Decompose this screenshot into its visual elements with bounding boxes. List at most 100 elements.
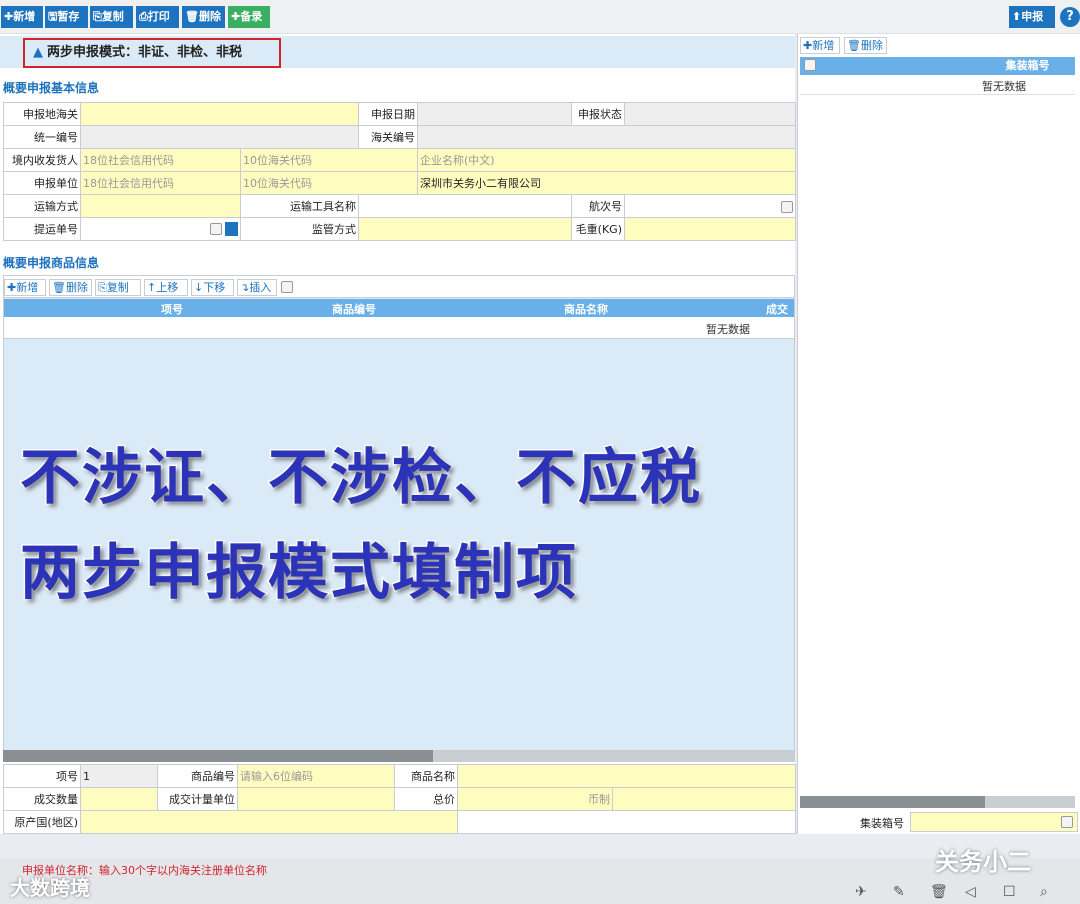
- delete-label: 删除: [198, 10, 221, 23]
- goods-name-input[interactable]: [457, 764, 796, 788]
- basic-info-title: 概要申报基本信息: [3, 81, 100, 95]
- trash-icon[interactable]: 🗑: [930, 884, 948, 900]
- print-button[interactable]: ⎙打印: [136, 6, 179, 28]
- declare-status-label: 申报状态: [571, 102, 625, 126]
- item-no-field: 1: [80, 764, 158, 788]
- goods-info-title: 概要申报商品信息: [3, 256, 100, 270]
- help-icon[interactable]: ?: [1060, 7, 1080, 27]
- rocket-icon[interactable]: ✈: [855, 884, 867, 900]
- container-delete-label: 删除: [860, 39, 883, 52]
- container-add-label: 新增: [812, 39, 835, 52]
- container-delete-button[interactable]: 🗑删除: [844, 37, 887, 54]
- print-label: 打印: [147, 10, 170, 23]
- qty-label: 成交数量: [3, 787, 81, 811]
- col-goods-name[interactable]: 商品名称: [564, 301, 608, 317]
- total-input[interactable]: 币制: [457, 787, 613, 811]
- goods-move-up-button[interactable]: ↑上移: [144, 279, 188, 296]
- container-no-checkbox[interactable]: [1061, 816, 1073, 828]
- gross-weight-input[interactable]: [624, 217, 796, 241]
- bill-checkbox[interactable]: [210, 223, 222, 235]
- col-deal[interactable]: 成交: [766, 301, 788, 317]
- copy-button[interactable]: ⎘复制: [90, 6, 133, 28]
- bill-no-label: 提运单号: [3, 217, 81, 241]
- watermark-left: 大数跨境: [10, 876, 90, 900]
- container-scroll-thumb[interactable]: [800, 796, 985, 808]
- declare-date-input[interactable]: [417, 102, 572, 126]
- container-no-input[interactable]: [910, 812, 1078, 832]
- declare-button[interactable]: ⬆申报: [1009, 6, 1055, 28]
- overlay-caption-line2: 两步申报模式填制项: [19, 537, 578, 610]
- qty-input[interactable]: [80, 787, 158, 811]
- speaker-icon[interactable]: ◁: [965, 884, 976, 900]
- overlay-caption-line1: 不涉证、不涉检、不应税: [19, 442, 702, 515]
- unit-input[interactable]: [237, 787, 395, 811]
- goods-insert-button[interactable]: ↴插入: [237, 279, 277, 296]
- gross-weight-label: 毛重(KG): [571, 217, 625, 241]
- record-button[interactable]: ✚备录: [228, 6, 270, 28]
- goods-delete-button[interactable]: 🗑删除: [49, 279, 92, 296]
- goods-insert-label: 插入: [249, 281, 272, 294]
- goods-toolbar: ✚新增 🗑删除 ⎘复制 ↑上移 ↓下移 ↴插入: [4, 276, 794, 298]
- delete-button[interactable]: 🗑删除: [182, 6, 225, 28]
- scroll-thumb[interactable]: [3, 750, 433, 762]
- container-header: 集装箱号: [800, 57, 1075, 75]
- transport-name-label: 运输工具名称: [240, 194, 359, 218]
- declare-date-label: 申报日期: [358, 102, 418, 126]
- declarant-label: 申报单位: [3, 171, 81, 195]
- consignee-customs-code-input[interactable]: 10位海关代码: [240, 148, 418, 172]
- window-icon[interactable]: ☐: [1003, 884, 1016, 900]
- total-label: 总价: [394, 787, 458, 811]
- transport-name-input[interactable]: [358, 194, 572, 218]
- basic-info-form: 申报地海关 申报日期 申报状态 统一编号 海关编号 境内收发货人 18位社会信用…: [3, 102, 796, 241]
- voyage-checkbox[interactable]: [781, 200, 793, 213]
- consignee-name-input[interactable]: 企业名称(中文): [417, 148, 796, 172]
- origin-label: 原产国(地区): [3, 810, 81, 834]
- origin-spacer: [457, 810, 796, 834]
- goods-empty-text: 暂无数据: [706, 323, 750, 336]
- declare-customs-label: 申报地海关: [3, 102, 81, 126]
- goods-add-button[interactable]: ✚新增: [4, 279, 46, 296]
- supervision-input[interactable]: [358, 217, 572, 241]
- goods-select-all-checkbox[interactable]: [281, 281, 293, 293]
- save-draft-button[interactable]: 🖫暂存: [45, 6, 88, 28]
- paint-icon[interactable]: ✎: [893, 884, 905, 900]
- declarant-customs-code-input[interactable]: 10位海关代码: [240, 171, 418, 195]
- unit-label: 成交计量单位: [157, 787, 238, 811]
- consignee-credit-code-input[interactable]: 18位社会信用代码: [80, 148, 241, 172]
- col-item-no[interactable]: 项号: [161, 301, 183, 317]
- mode-notice: ▲ 两步申报模式：非证、非检、非税: [23, 38, 281, 68]
- goods-move-down-button[interactable]: ↓下移: [191, 279, 234, 296]
- currency-input[interactable]: [612, 787, 796, 811]
- col-container-no[interactable]: 集装箱号: [1006, 59, 1050, 72]
- document-icon[interactable]: [225, 222, 238, 236]
- voyage-no-input[interactable]: [624, 194, 796, 218]
- customs-no-field: [417, 125, 796, 149]
- search-icon[interactable]: ⌕: [1040, 884, 1048, 900]
- declare-label: 申报: [1021, 10, 1044, 23]
- transport-mode-input[interactable]: [80, 194, 241, 218]
- transport-mode-label: 运输方式: [3, 194, 81, 218]
- consignee-label: 境内收发货人: [3, 148, 81, 172]
- container-add-button[interactable]: ✚新增: [800, 37, 840, 54]
- goods-up-label: 上移: [156, 281, 179, 294]
- copy-label: 复制: [101, 10, 124, 23]
- container-horizontal-scrollbar[interactable]: [800, 796, 1075, 808]
- goods-code-label: 商品编号: [157, 764, 238, 788]
- declarant-name-input[interactable]: 深圳市关务小二有限公司: [417, 171, 796, 195]
- customs-no-label: 海关编号: [358, 125, 418, 149]
- goods-horizontal-scrollbar[interactable]: [3, 750, 795, 762]
- goods-detail-form: 项号 1 商品编号 请输入6位编码 商品名称 成交数量 成交计量单位 总价 币制…: [3, 764, 796, 834]
- container-select-all-checkbox[interactable]: [804, 59, 816, 71]
- declarant-credit-code-input[interactable]: 18位社会信用代码: [80, 171, 241, 195]
- origin-input[interactable]: [80, 810, 458, 834]
- add-button[interactable]: ✚新增: [1, 6, 43, 28]
- goods-copy-button[interactable]: ⎘复制: [95, 279, 141, 296]
- declare-customs-input[interactable]: [80, 102, 359, 126]
- add-label: 新增: [13, 10, 36, 23]
- bill-no-input[interactable]: [80, 217, 241, 241]
- unified-no-field: [80, 125, 359, 149]
- goods-name-label: 商品名称: [394, 764, 458, 788]
- col-goods-code[interactable]: 商品编号: [332, 301, 376, 317]
- mode-notice-text: 两步申报模式：非证、非检、非税: [47, 45, 243, 60]
- goods-code-input[interactable]: 请输入6位编码: [237, 764, 395, 788]
